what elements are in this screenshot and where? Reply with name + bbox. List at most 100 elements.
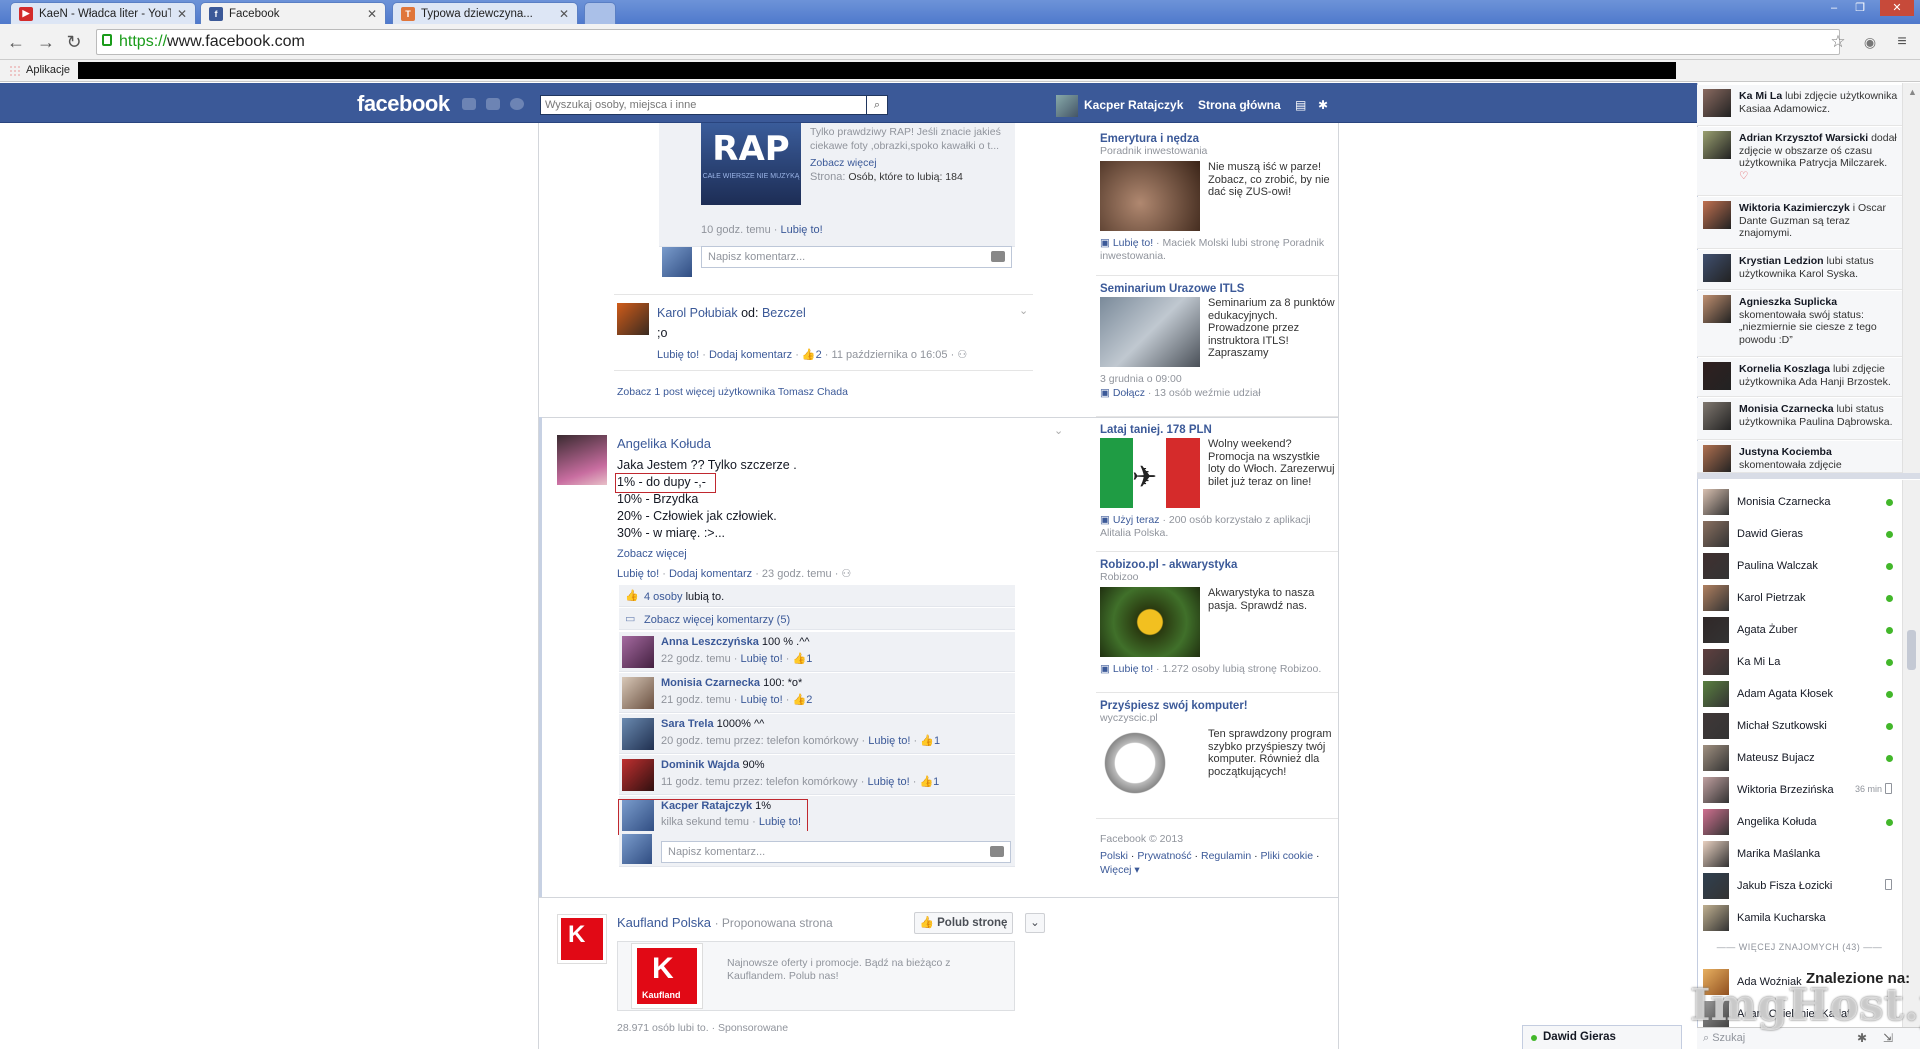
url-bar[interactable]: https://www.facebook.com (96, 29, 1840, 55)
page-link[interactable]: Kaufland Polska (617, 915, 711, 930)
open-chat-tab[interactable]: Dawid Gieras (1522, 1025, 1682, 1049)
footer-link-language[interactable]: Polski (1100, 850, 1128, 862)
ticker-item[interactable]: Adrian Krzysztof Warsicki dodał zdjęcie … (1697, 127, 1902, 196)
apps-link[interactable]: Aplikacje (26, 64, 70, 76)
privacy-icon[interactable]: ▤ (1295, 98, 1306, 112)
like-link[interactable]: Lubię to! (617, 568, 659, 580)
avatar[interactable] (1056, 95, 1078, 117)
chat-friend[interactable]: Adam Agata Kłosek (1697, 678, 1902, 710)
comment-likes-count[interactable]: 2 (806, 694, 812, 706)
thumbs-up-icon[interactable]: 👍 (792, 694, 806, 706)
comment-likes-count[interactable]: 1 (806, 653, 812, 665)
comment-likes-count[interactable]: 1 (933, 776, 939, 788)
like-link[interactable]: Lubię to! (781, 224, 823, 236)
camera-icon[interactable] (991, 251, 1005, 262)
ticker-resize-handle[interactable] (1697, 473, 1920, 479)
close-tab-icon[interactable]: ✕ (559, 7, 569, 21)
expand-icon[interactable]: ⇲ (1883, 1031, 1893, 1045)
forward-icon[interactable]: → (36, 32, 56, 52)
comment-input[interactable]: Napisz komentarz... (661, 841, 1011, 863)
friend-requests-icon[interactable] (462, 98, 476, 110)
source-link[interactable]: Bezczel (762, 306, 806, 320)
author-link[interactable]: Angelika Kołuda (617, 436, 711, 451)
chat-friend[interactable]: Wiktoria Brzezińska 36 min (1697, 774, 1902, 806)
see-more-link[interactable]: Zobacz więcej (617, 548, 687, 560)
ad-image[interactable] (1100, 161, 1200, 231)
chat-friend[interactable]: Angelika Kołuda (1697, 806, 1902, 838)
home-link[interactable]: Strona główna (1198, 98, 1281, 112)
chevron-down-icon[interactable]: ⌄ (1054, 424, 1063, 437)
new-tab-button[interactable] (584, 2, 616, 24)
close-tab-icon[interactable]: ✕ (367, 7, 377, 21)
ad-action-link[interactable]: ▣ Lubię to! (1100, 237, 1153, 249)
chat-friend[interactable]: Dawid Gieras (1697, 518, 1902, 550)
restore-icon[interactable]: ❐ (1850, 0, 1870, 16)
ad-title[interactable]: Przyśpiesz swój komputer! (1100, 700, 1340, 712)
chat-friend[interactable]: Mateusz Bujacz (1697, 742, 1902, 774)
commenter-link[interactable]: Sara Trela (661, 718, 714, 730)
chat-friend[interactable]: Ka Mi La (1697, 646, 1902, 678)
chat-friend[interactable]: Paulina Walczak (1697, 550, 1902, 582)
browser-tab-facebook[interactable]: f Facebook ✕ (200, 2, 386, 24)
commenter-link[interactable]: Dominik Wajda (661, 759, 739, 771)
reload-icon[interactable]: ↻ (64, 32, 84, 52)
facebook-logo[interactable]: facebook (357, 91, 450, 117)
ad-title[interactable]: Seminarium Urazowe ITLS (1100, 283, 1340, 295)
scroll-up-icon[interactable]: ▲ (1908, 87, 1917, 97)
messages-icon[interactable] (486, 98, 500, 110)
avatar[interactable] (617, 303, 649, 335)
footer-link-privacy[interactable]: Prywatność (1137, 850, 1191, 862)
scrollbar-thumb[interactable] (1907, 630, 1916, 670)
thumbs-up-icon[interactable]: 👍 (920, 735, 934, 747)
back-icon[interactable]: ← (6, 32, 26, 52)
menu-icon[interactable]: ≡ (1892, 32, 1912, 52)
browser-tab-youtube[interactable]: ▶ KaeN - Władca liter - YouTub ✕ (10, 2, 196, 24)
chat-friend[interactable]: Jakub Fisza Łozicki (1697, 870, 1902, 902)
gear-icon[interactable]: ✱ (1857, 1031, 1867, 1045)
kaufland-logo[interactable]: K (557, 914, 607, 964)
search-icon[interactable]: ⌕ (866, 95, 888, 115)
comment-like-link[interactable]: Lubię to! (868, 735, 910, 747)
ticker-item[interactable]: Krystian Ledzion lubi status użytkownika… (1697, 250, 1902, 290)
ad-action-link[interactable]: ▣ Użyj teraz (1100, 514, 1160, 526)
chat-friend[interactable]: Marika Maślanka (1697, 838, 1902, 870)
ad-action-link[interactable]: ▣ Dołącz (1100, 387, 1145, 399)
ad-image[interactable] (1100, 587, 1200, 657)
rap-page-image[interactable]: RAP CAŁE WIERSZE NIE MUZYKĄ (701, 123, 801, 205)
chat-friend[interactable]: Kamila Kucharska (1697, 902, 1902, 934)
ticker-item[interactable]: Monisia Czarnecka lubi status użytkownik… (1697, 398, 1902, 440)
thumbs-up-icon[interactable]: 👍 (919, 776, 933, 788)
footer-link-terms[interactable]: Regulamin (1201, 850, 1251, 862)
chevron-down-icon[interactable]: ⌄ (1025, 913, 1045, 933)
chat-search-input[interactable]: ⌕ Szukaj (1703, 1032, 1745, 1045)
add-comment-link[interactable]: Dodaj komentarz (669, 568, 752, 580)
avatar[interactable] (557, 435, 607, 485)
ad-image[interactable] (1100, 728, 1170, 798)
likes-count-link[interactable]: 4 osoby (644, 591, 683, 603)
notifications-icon[interactable] (510, 98, 524, 110)
ticker-item[interactable]: Justyna Kociemba skomentowała zdjęcie (1697, 441, 1902, 473)
browser-tab-typowa[interactable]: T Typowa dziewczyna... ✕ (392, 2, 578, 24)
close-window-icon[interactable]: ✕ (1880, 0, 1914, 16)
ad-title[interactable]: Lataj taniej. 178 PLN (1100, 424, 1340, 436)
chat-friend[interactable]: Michał Szutkowski (1697, 710, 1902, 742)
close-tab-icon[interactable]: ✕ (177, 7, 187, 21)
gear-icon[interactable]: ✱ (1318, 98, 1328, 112)
like-page-button[interactable]: 👍 Polub stronę (914, 912, 1013, 934)
ticker-scrollbar[interactable]: ▲ (1902, 83, 1920, 473)
chat-friend[interactable]: Karol Pietrzak (1697, 582, 1902, 614)
comment-like-link[interactable]: Lubię to! (867, 776, 909, 788)
ad-action-link[interactable]: ▣ Lubię to! (1100, 663, 1153, 675)
ad-unit[interactable]: Robizoo.pl - akwarystyka Robizoo Akwarysty… (1100, 559, 1340, 675)
commenter-link[interactable]: Anna Leszczyńska (661, 636, 759, 648)
thumbs-up-icon[interactable]: 👍 (792, 653, 806, 665)
footer-more[interactable]: Więcej ▾ (1100, 864, 1140, 876)
ad-image[interactable] (1100, 297, 1200, 367)
avatar[interactable] (622, 759, 654, 791)
comment-likes-count[interactable]: 1 (934, 735, 940, 747)
chat-friend[interactable]: Monisia Czarnecka (1697, 486, 1902, 518)
comment-like-link[interactable]: Lubię to! (741, 694, 783, 706)
add-comment-link[interactable]: Dodaj komentarz (709, 349, 792, 361)
apps-grid-icon[interactable] (9, 65, 21, 77)
ad-unit[interactable]: Emerytura i nędza Poradnik inwestowania Ni… (1100, 133, 1340, 262)
